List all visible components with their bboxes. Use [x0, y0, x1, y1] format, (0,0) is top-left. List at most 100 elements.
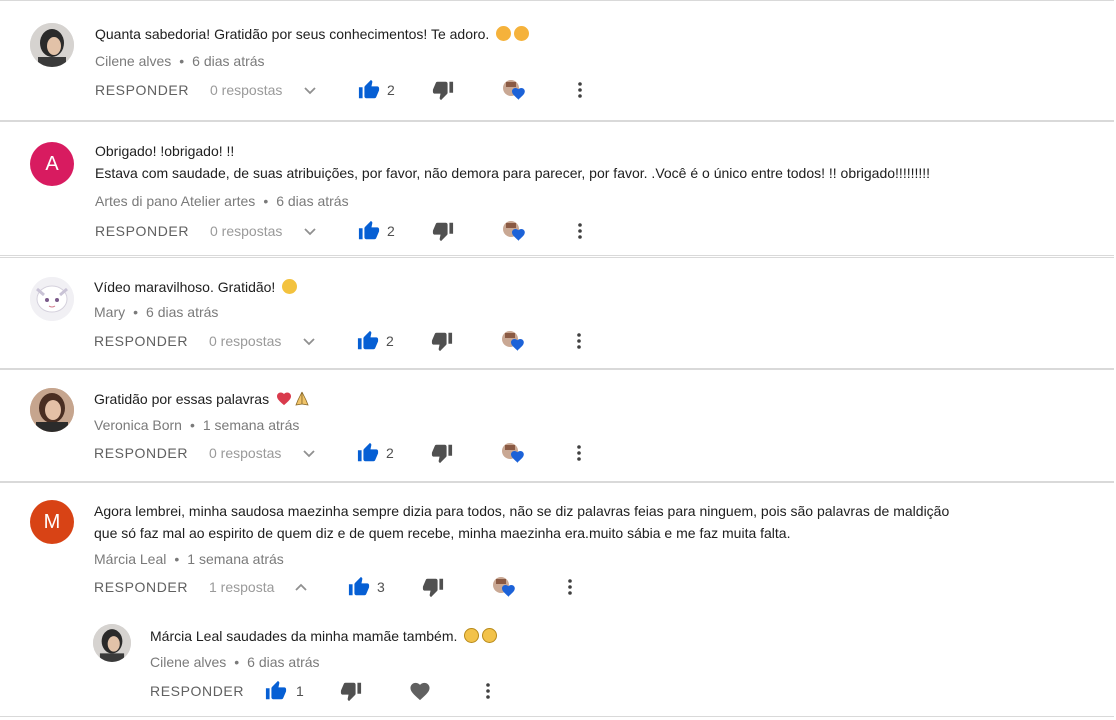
chevron-down-icon[interactable] — [303, 219, 317, 243]
thumbs-down-icon[interactable] — [431, 329, 453, 353]
avatar-letter: M — [43, 510, 61, 533]
more-vert-icon[interactable] — [572, 441, 586, 465]
comment-actions: RESPONDER 0 respostas 2 — [95, 219, 615, 243]
comment-text: Quanta sabedoria! Gratidão por seus conh… — [95, 23, 530, 45]
timestamp[interactable]: 6 dias atrás — [247, 654, 319, 670]
creator-heart-icon — [500, 329, 526, 353]
author-name[interactable]: Mary — [94, 304, 125, 320]
comment-meta: Márcia Leal • 1 semana atrás — [94, 551, 284, 567]
like-count: 1 — [296, 683, 304, 699]
comment-text: Gratidão por essas palavras — [94, 388, 309, 410]
avatar-letter: A — [45, 152, 59, 175]
creator-heart-icon — [500, 441, 526, 465]
thumbs-down-icon[interactable] — [432, 219, 454, 243]
comment-text: Obrigado! !obrigado! !! Estava com sauda… — [95, 143, 931, 181]
creator-heart-icon — [491, 575, 517, 599]
heart-icon[interactable] — [409, 679, 431, 703]
comment-actions: RESPONDER 0 respostas 2 — [94, 329, 614, 353]
more-vert-icon[interactable] — [573, 78, 587, 102]
comment-text: Agora lembrei, minha saudosa maezinha se… — [94, 503, 950, 541]
kissing-face-emoji-icon — [496, 26, 512, 41]
comment-actions: RESPONDER 0 respostas 2 — [95, 78, 615, 102]
reply-button[interactable]: RESPONDER — [95, 219, 189, 243]
reply-button[interactable]: RESPONDER — [95, 78, 189, 102]
separator-dot: • — [174, 551, 180, 567]
replies-count[interactable]: 0 respostas — [210, 78, 282, 102]
replies-count[interactable]: 0 respostas — [210, 219, 282, 243]
comment-card: Gratidão por essas palavras Veronica Bor… — [0, 369, 1114, 482]
like-count: 3 — [377, 579, 385, 595]
thumbs-up-icon[interactable] — [357, 441, 379, 465]
more-vert-icon[interactable] — [572, 329, 586, 353]
reply-button[interactable]: RESPONDER — [94, 329, 188, 353]
timestamp[interactable]: 1 semana atrás — [203, 417, 300, 433]
thumbs-up-icon[interactable] — [357, 329, 379, 353]
reply-meta: Cilene alves • 6 dias atrás — [150, 654, 320, 670]
timestamp[interactable]: 1 semana atrás — [187, 551, 284, 567]
reply-avatar[interactable] — [93, 624, 131, 662]
thumbs-down-icon[interactable] — [340, 679, 362, 703]
like-count: 2 — [386, 333, 394, 349]
reply-button[interactable]: RESPONDER — [94, 441, 188, 465]
replies-toggle[interactable]: 1 resposta — [209, 575, 274, 599]
avatar[interactable]: M — [30, 500, 74, 544]
thumbs-down-icon[interactable] — [422, 575, 444, 599]
chevron-up-icon[interactable] — [294, 575, 308, 599]
like-count: 2 — [387, 223, 395, 239]
reply-button[interactable]: RESPONDER — [150, 679, 244, 703]
more-vert-icon[interactable] — [481, 679, 495, 703]
comment-meta: Artes di pano Atelier artes • 6 dias atrás — [95, 193, 349, 209]
timestamp[interactable]: 6 dias atrás — [146, 304, 218, 320]
comment-card: Quanta sabedoria! Gratidão por seus conh… — [0, 0, 1114, 121]
creator-heart-icon — [501, 219, 527, 243]
comment-meta: Veronica Born • 1 semana atrás — [94, 417, 299, 433]
thumbs-up-icon[interactable] — [348, 575, 370, 599]
author-name[interactable]: Artes di pano Atelier artes — [95, 193, 255, 209]
comment-actions: RESPONDER 0 respostas 2 — [94, 441, 614, 465]
author-name[interactable]: Cilene alves — [95, 53, 171, 69]
kissing-face-emoji-icon — [514, 26, 530, 41]
comment-meta: Mary • 6 dias atrás — [94, 304, 218, 320]
grinning-face-emoji-icon — [282, 279, 298, 294]
replies-count[interactable]: 0 respostas — [209, 441, 281, 465]
more-vert-icon[interactable] — [573, 219, 587, 243]
comment-card: M Agora lembrei, minha saudosa maezinha … — [0, 482, 1114, 717]
avatar[interactable] — [30, 388, 74, 432]
thumbs-down-icon[interactable] — [431, 441, 453, 465]
reply-text: Márcia Leal saudades da minha mamãe tamb… — [150, 625, 498, 647]
thumbs-up-icon[interactable] — [358, 78, 380, 102]
heart-emoji-icon — [276, 390, 291, 406]
thumbs-up-icon[interactable] — [265, 679, 287, 703]
chevron-down-icon[interactable] — [302, 441, 316, 465]
creator-heart-icon — [501, 78, 527, 102]
avatar[interactable] — [30, 277, 74, 321]
folded-hands-emoji-icon — [294, 390, 309, 406]
thumbs-down-icon[interactable] — [432, 78, 454, 102]
author-name[interactable]: Veronica Born — [94, 417, 182, 433]
comment-actions: RESPONDER 1 resposta 3 — [94, 575, 614, 599]
timestamp[interactable]: 6 dias atrás — [192, 53, 264, 69]
avatar[interactable]: A — [30, 142, 74, 186]
like-count: 2 — [387, 82, 395, 98]
comment-card: A Obrigado! !obrigado! !! Estava com sau… — [0, 121, 1114, 256]
reply-button[interactable]: RESPONDER — [94, 575, 188, 599]
comment-card: Vídeo maravilhoso. Gratidão! Mary • 6 dias… — [0, 257, 1114, 369]
more-vert-icon[interactable] — [563, 575, 577, 599]
separator-dot: • — [234, 654, 240, 670]
author-name[interactable]: Cilene alves — [150, 654, 226, 670]
chevron-down-icon[interactable] — [303, 78, 317, 102]
replies-count[interactable]: 0 respostas — [209, 329, 281, 353]
reply-actions: RESPONDER 1 — [150, 679, 550, 703]
thumbs-up-icon[interactable] — [358, 219, 380, 243]
comment-meta: Cilene alves • 6 dias atrás — [95, 53, 265, 69]
separator-dot: • — [133, 304, 139, 320]
avatar[interactable] — [30, 23, 74, 67]
separator-dot: • — [263, 193, 269, 209]
comment-text: Vídeo maravilhoso. Gratidão! — [94, 276, 298, 298]
timestamp[interactable]: 6 dias atrás — [276, 193, 348, 209]
chevron-down-icon[interactable] — [302, 329, 316, 353]
separator-dot: • — [189, 417, 195, 433]
comments-list: Quanta sabedoria! Gratidão por seus conh… — [0, 0, 1116, 720]
author-name[interactable]: Márcia Leal — [94, 551, 166, 567]
like-count: 2 — [386, 445, 394, 461]
